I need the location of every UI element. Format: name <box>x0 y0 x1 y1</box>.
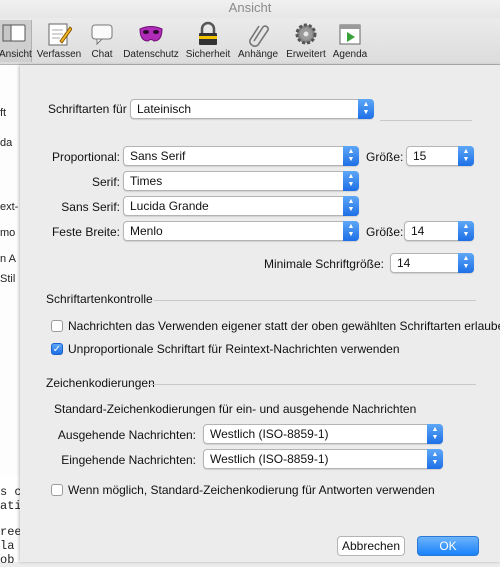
sans-serif-font-value: Lucida Grande <box>130 199 209 213</box>
reply-default-encoding-checkbox[interactable] <box>51 484 63 496</box>
separator <box>148 384 476 385</box>
window-view-icon <box>2 24 26 42</box>
chevron-updown-icon: ▲ ▼ <box>343 171 359 191</box>
background-message-body: s c ati ree la ob <box>0 475 22 567</box>
preferences-toolbar: Ansicht Verfassen Chat Datenschutz Siche… <box>0 18 500 65</box>
toolbar-erweitert-label: Erweitert <box>286 49 326 60</box>
monospace-size-select[interactable]: 14 ▲ ▼ <box>404 221 474 241</box>
proportional-size-select[interactable]: 15 ▲ ▼ <box>406 146 474 166</box>
serif-font-select[interactable]: Times ▲ ▼ <box>123 171 359 191</box>
monospace-label: Feste Breite: <box>51 225 120 239</box>
toolbar-ansicht-label: Ansicht <box>0 49 32 60</box>
background-message-pane: ft da ext- mo n A Stil s c ati ree la ob <box>0 65 22 567</box>
chevron-updown-icon: ▲ ▼ <box>343 221 359 241</box>
separator <box>380 120 472 121</box>
toolbar-datenschutz[interactable]: Datenschutz <box>120 20 182 62</box>
ok-button[interactable]: OK <box>417 536 479 556</box>
background-text: ati <box>0 499 22 513</box>
compose-pencil-icon <box>48 23 72 46</box>
padlock-icon <box>199 21 217 45</box>
background-text: ree <box>0 525 22 539</box>
monospace-font-select[interactable]: Menlo ▲ ▼ <box>123 221 359 241</box>
fonts-encoding-sheet: Schriftarten für Lateinisch ▲ ▼ Proportio… <box>20 65 500 562</box>
monospace-size-value: 14 <box>411 224 425 238</box>
outgoing-encoding-value: Westlich (ISO-8859-1) <box>210 427 329 441</box>
proportional-label: Proportional: <box>51 150 120 164</box>
toolbar-chat[interactable]: Chat <box>86 20 118 62</box>
background-text: mo <box>0 227 16 239</box>
serif-font-value: Times <box>130 174 163 188</box>
size-label: Größe: <box>366 150 404 164</box>
proportional-font-select[interactable]: Sans Serif ▲ ▼ <box>123 146 359 166</box>
toolbar-ansicht[interactable]: Ansicht <box>0 20 32 62</box>
background-text: s c <box>0 485 22 499</box>
script-select[interactable]: Lateinisch ▲ ▼ <box>130 99 374 119</box>
toolbar-erweitert[interactable]: Erweitert <box>284 20 328 62</box>
separator <box>154 300 476 301</box>
sans-serif-font-select[interactable]: Lucida Grande ▲ ▼ <box>123 196 359 216</box>
toolbar-sicherheit-label: Sicherheit <box>185 49 231 60</box>
toolbar-datenschutz-label: Datenschutz <box>123 49 179 60</box>
background-text: la <box>0 539 15 553</box>
background-text: ob <box>0 553 15 567</box>
outgoing-encoding-select[interactable]: Westlich (ISO-8859-1) ▲ ▼ <box>203 424 443 444</box>
toolbar-chat-label: Chat <box>91 49 113 60</box>
chevron-updown-icon: ▲ ▼ <box>427 424 443 444</box>
toolbar-sicherheit[interactable]: Sicherheit <box>184 20 232 62</box>
script-select-value: Lateinisch <box>137 102 192 116</box>
toolbar-agenda[interactable]: Agenda <box>330 20 370 62</box>
chevron-updown-icon: ▲ ▼ <box>458 146 474 166</box>
reply-default-encoding-label[interactable]: Wenn möglich, Standard-Zeichenkodierung … <box>68 483 435 497</box>
paperclip-icon <box>249 25 269 47</box>
allow-own-fonts-label[interactable]: Nachrichten das Verwenden eigener statt … <box>68 319 500 333</box>
incoming-encoding-select[interactable]: Westlich (ISO-8859-1) ▲ ▼ <box>203 449 443 469</box>
chevron-updown-icon: ▲ ▼ <box>458 253 474 273</box>
gear-icon <box>295 23 317 45</box>
outgoing-encoding-label: Ausgehende Nachrichten: <box>57 428 196 442</box>
proportional-font-value: Sans Serif <box>130 149 186 163</box>
privacy-mask-icon <box>139 26 163 42</box>
toolbar-anhaenge[interactable]: Anhänge <box>234 20 282 62</box>
monospace-font-value: Menlo <box>130 224 163 238</box>
toolbar-verfassen[interactable]: Verfassen <box>34 20 84 62</box>
incoming-encoding-value: Westlich (ISO-8859-1) <box>210 452 329 466</box>
font-control-heading: Schriftartenkontrolle <box>46 292 153 306</box>
min-font-size-label: Minimale Schriftgröße: <box>263 257 384 271</box>
toolbar-anhaenge-label: Anhänge <box>237 49 279 60</box>
monospace-plaintext-label[interactable]: Unproportionale Schriftart für Reintext-… <box>68 342 400 356</box>
chevron-updown-icon: ▲ ▼ <box>343 146 359 166</box>
encoding-description: Standard-Zeichenkodierungen für ein- und… <box>54 402 417 416</box>
min-font-size-value: 14 <box>397 256 411 270</box>
min-font-size-select[interactable]: 14 ▲ ▼ <box>390 253 474 273</box>
size-label: Größe: <box>366 225 404 239</box>
serif-label: Serif: <box>91 175 120 189</box>
chat-bubble-icon <box>91 24 113 46</box>
proportional-size-value: 15 <box>413 149 427 163</box>
encoding-heading: Zeichenkodierungen <box>46 376 155 390</box>
allow-own-fonts-checkbox[interactable] <box>51 320 63 332</box>
background-text: ext- <box>0 201 19 213</box>
cancel-button[interactable]: Abbrechen <box>337 536 405 556</box>
toolbar-agenda-label: Agenda <box>332 49 368 60</box>
background-text: ft <box>0 107 7 119</box>
calendar-icon <box>339 24 361 45</box>
chevron-updown-icon: ▲ ▼ <box>343 196 359 216</box>
window-title: Ansicht <box>0 0 500 18</box>
chevron-updown-icon: ▲ ▼ <box>427 449 443 469</box>
incoming-encoding-label: Eingehende Nachrichten: <box>61 453 196 467</box>
chevron-updown-icon: ▲ ▼ <box>358 99 374 119</box>
script-label: Schriftarten für <box>48 102 127 116</box>
toolbar-verfassen-label: Verfassen <box>36 49 82 60</box>
sans-serif-label: Sans Serif: <box>61 200 120 214</box>
background-text: n A <box>0 253 16 265</box>
monospace-plaintext-checkbox[interactable]: ✓ <box>51 343 63 355</box>
background-text: Stil <box>0 273 16 285</box>
background-text: da <box>0 137 13 149</box>
chevron-updown-icon: ▲ ▼ <box>458 221 474 241</box>
